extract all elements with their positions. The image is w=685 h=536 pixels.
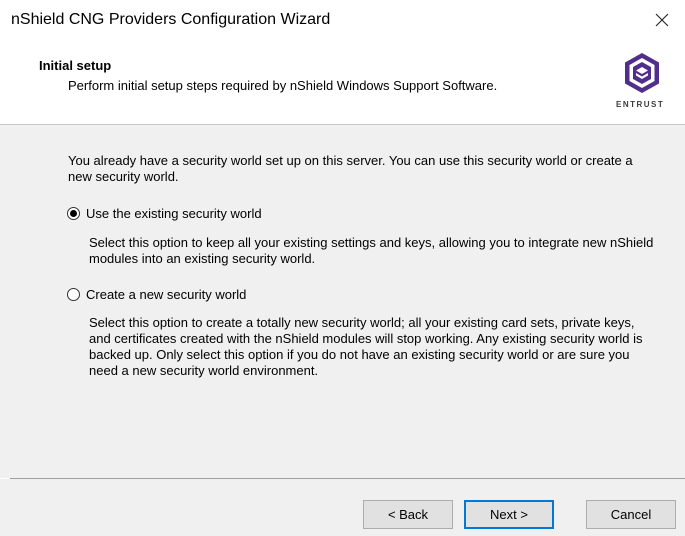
cancel-button[interactable]: Cancel <box>586 500 676 529</box>
page-title: Initial setup <box>39 58 112 73</box>
radio-create-new[interactable] <box>67 288 80 301</box>
entrust-logo: ENTRUST <box>614 52 685 118</box>
intro-text: You already have a security world set up… <box>68 153 633 184</box>
entrust-hexagon-icon <box>625 53 659 93</box>
wizard-content: You already have a security world set up… <box>0 125 685 478</box>
window-title: nShield CNG Providers Configuration Wiza… <box>11 11 331 28</box>
entrust-wordmark: ENTRUST <box>616 100 665 109</box>
option-label: Use the existing security world <box>86 206 262 221</box>
title-bar: nShield CNG Providers Configuration Wiza… <box>0 0 685 44</box>
next-button[interactable]: Next > <box>464 500 554 529</box>
close-icon <box>655 13 669 27</box>
radio-selected-dot <box>70 210 77 217</box>
option-create-new-world[interactable]: Create a new security world <box>67 287 246 302</box>
page-subtitle: Perform initial setup steps required by … <box>68 78 498 93</box>
radio-use-existing[interactable] <box>67 207 80 220</box>
wizard-header: Initial setup Perform initial setup step… <box>0 44 685 124</box>
back-button[interactable]: < Back <box>363 500 453 529</box>
option-description: Select this option to keep all your exis… <box>89 235 654 266</box>
option-use-existing-world[interactable]: Use the existing security world <box>67 206 262 221</box>
option-label: Create a new security world <box>86 287 247 302</box>
wizard-footer: < Back Next > Cancel <box>0 479 685 536</box>
option-description: Select this option to create a totally n… <box>89 315 643 378</box>
close-button[interactable] <box>639 0 685 40</box>
